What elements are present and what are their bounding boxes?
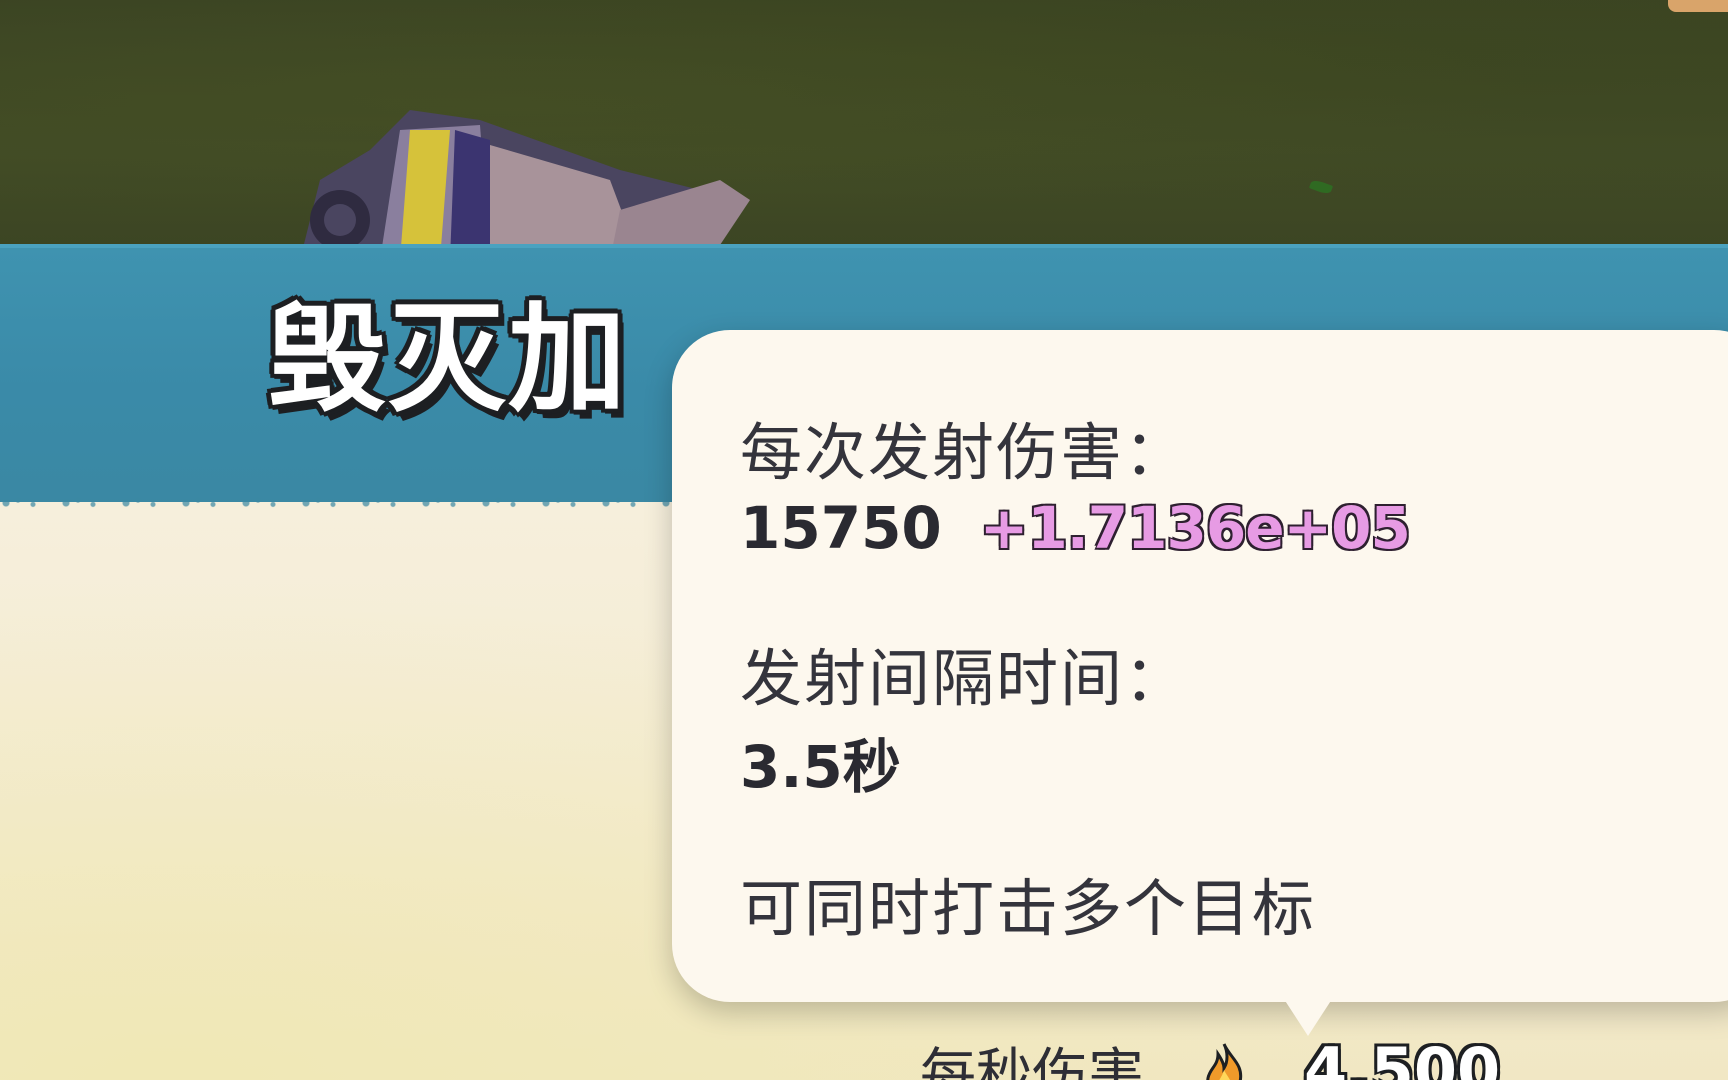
game-screen: 毁灭加 每秒伤害 4,500 每次发射伤害： 15750 +1.7136e+05 … bbox=[0, 0, 1728, 1080]
weapon-title: 毁灭加 bbox=[268, 290, 629, 428]
panel-torn-edge bbox=[0, 496, 700, 510]
multi-target-text: 可同时打击多个目标 bbox=[740, 872, 1317, 945]
fire-interval-label: 发射间隔时间： bbox=[740, 642, 1189, 715]
fire-interval-value: 3.5秒 bbox=[740, 733, 901, 801]
dps-value: 4,500 bbox=[1304, 1033, 1501, 1080]
grass-field bbox=[0, 0, 1728, 250]
dps-label: 每秒伤害 bbox=[920, 1042, 1144, 1080]
tooltip-pointer bbox=[1282, 996, 1334, 1036]
damage-bonus-value: +1.7136e+05 bbox=[979, 494, 1411, 562]
damage-per-shot-label: 每次发射伤害： bbox=[740, 416, 1189, 489]
damage-per-shot-value: 15750 bbox=[740, 494, 942, 562]
fire-icon bbox=[1206, 1043, 1243, 1080]
cannon-model bbox=[300, 110, 750, 260]
damage-per-shot-value-row: 15750 +1.7136e+05 bbox=[740, 494, 1411, 562]
dps-stat: 每秒伤害 4,500 bbox=[920, 1034, 1500, 1080]
block-decoration bbox=[1668, 0, 1728, 12]
